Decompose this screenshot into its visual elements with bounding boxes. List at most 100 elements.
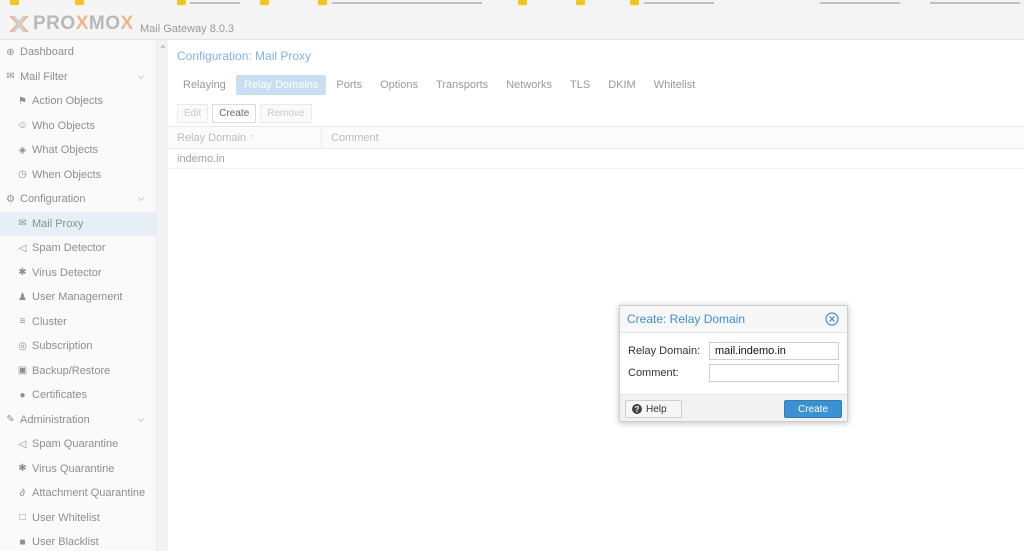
sidebar-item-label: When Objects xyxy=(32,168,102,181)
proxmox-logo[interactable]: PROXMOX xyxy=(8,13,134,34)
dialog-footer: ? Help Create xyxy=(620,394,847,421)
tab-relay-domains[interactable]: Relay Domains xyxy=(235,75,327,95)
bookmark-folder-icon[interactable] xyxy=(75,0,84,5)
grid-toolbar: Edit Create Remove xyxy=(168,102,1024,124)
help-button[interactable]: ? Help xyxy=(625,400,682,418)
logo-wordmark: PROXMOX xyxy=(33,13,134,34)
sidebar-item-spam-detector[interactable]: ◁ Spam Detector xyxy=(0,236,156,261)
sidebar-item-label: Cluster xyxy=(32,315,67,328)
sidebar-item-user-whitelist[interactable]: □ User Whitelist xyxy=(0,506,156,531)
relay-domain-input[interactable] xyxy=(709,342,839,360)
question-circle-icon: ? xyxy=(632,404,642,414)
bookmark-folder-icon[interactable] xyxy=(630,0,639,5)
comment-row: Comment: xyxy=(628,363,840,383)
remove-button[interactable]: Remove xyxy=(260,103,312,123)
create-button[interactable]: Create xyxy=(212,103,257,123)
sidebar-item-administration[interactable]: ✎ Administration xyxy=(0,408,156,433)
chevron-down-icon[interactable] xyxy=(138,74,144,80)
bookmark-folder-icon[interactable] xyxy=(10,0,19,5)
sidebar-item-cluster[interactable]: ≡ Cluster xyxy=(0,310,156,335)
column-header-relay-domain[interactable]: Relay Domain ↑ xyxy=(168,127,322,148)
tab-dkim[interactable]: DKIM xyxy=(600,75,644,95)
create-relay-domain-dialog: Create: Relay Domain Relay Domain: Comme… xyxy=(619,305,848,422)
sidebar-item-user-management[interactable]: ♟ User Management xyxy=(0,285,156,310)
table-row[interactable]: indemo.in xyxy=(168,149,1024,169)
tab-bar: Relaying Relay Domains Ports Options Tra… xyxy=(168,73,1024,97)
comment-input[interactable] xyxy=(709,364,839,382)
relay-domain-label: Relay Domain: xyxy=(628,345,701,357)
sidebar-item-what-objects[interactable]: ◈ What Objects xyxy=(0,138,156,163)
sidebar-item-configuration[interactable]: ⚙ Configuration xyxy=(0,187,156,212)
tab-transports[interactable]: Transports xyxy=(428,75,496,95)
sidebar-item-backup-restore[interactable]: ▣ Backup/Restore xyxy=(0,359,156,384)
support-icon: ◎ xyxy=(18,340,27,352)
bookmark-label[interactable] xyxy=(332,2,482,4)
sidebar-item-user-blacklist[interactable]: ■ User Blacklist xyxy=(0,530,156,551)
bookmark-label[interactable] xyxy=(190,2,240,4)
sidebar-item-attachment-quarantine[interactable]: ∂ Attachment Quarantine xyxy=(0,481,156,506)
dialog-header[interactable]: Create: Relay Domain xyxy=(620,306,847,333)
create-submit-button[interactable]: Create xyxy=(784,400,842,418)
sidebar-item-certificates[interactable]: ● Certificates xyxy=(0,383,156,408)
flag-icon: ⚑ xyxy=(18,95,27,107)
bookmark-folder-icon[interactable] xyxy=(518,0,527,5)
sidebar-item-label: Virus Detector xyxy=(32,266,102,279)
bookmark-label[interactable] xyxy=(820,2,900,4)
sidebar-splitter[interactable] xyxy=(157,40,168,551)
bookmark-folder-icon[interactable] xyxy=(177,0,186,5)
sidebar-item-label: User Blacklist xyxy=(32,536,99,549)
sidebar-item-virus-detector[interactable]: ✱ Virus Detector xyxy=(0,261,156,286)
relay-domain-row: Relay Domain: xyxy=(628,341,840,361)
tab-whitelist[interactable]: Whitelist xyxy=(646,75,704,95)
page-title: Configuration: Mail Proxy xyxy=(177,49,312,63)
sidebar-item-label: Attachment Quarantine xyxy=(32,487,146,500)
sidebar-item-mail-filter[interactable]: ✉ Mail Filter xyxy=(0,65,156,90)
main-panel: Configuration: Mail Proxy Relaying Relay… xyxy=(168,40,1024,551)
sidebar-item-who-objects[interactable]: ☺ Who Objects xyxy=(0,114,156,139)
close-icon[interactable] xyxy=(825,312,839,326)
file-icon: ■ xyxy=(19,536,26,548)
floppy-icon: ▣ xyxy=(17,365,28,377)
envelope-outline-icon: ✉ xyxy=(18,218,27,230)
sidebar-item-label: User Whitelist xyxy=(32,511,100,524)
sidebar-item-when-objects[interactable]: ◷ When Objects xyxy=(0,163,156,188)
sidebar-item-label: Certificates xyxy=(32,389,88,402)
chevron-down-icon[interactable] xyxy=(138,417,144,423)
edit-button[interactable]: Edit xyxy=(177,103,209,123)
app-header: PROXMOX Mail Gateway 8.0.3 xyxy=(0,7,1024,40)
cube-icon: ◈ xyxy=(18,144,27,156)
column-header-comment[interactable]: Comment xyxy=(322,127,379,148)
bookmark-folder-icon[interactable] xyxy=(260,0,269,5)
sidebar-item-label: Configuration xyxy=(20,193,86,206)
bookmark-label[interactable] xyxy=(930,2,1020,4)
cogs-icon: ⚙ xyxy=(6,193,15,205)
collapse-arrow-icon[interactable] xyxy=(160,44,166,48)
sidebar-item-subscription[interactable]: ◎ Subscription xyxy=(0,334,156,359)
sidebar-item-label: Who Objects xyxy=(32,119,95,132)
bookmark-label[interactable] xyxy=(644,2,714,4)
tab-ports[interactable]: Ports xyxy=(328,75,370,95)
bookmark-folder-icon[interactable] xyxy=(318,0,327,5)
proxmox-x-icon xyxy=(9,16,29,32)
sidebar-item-label: Administration xyxy=(20,413,90,426)
bookmark-folder-icon[interactable] xyxy=(576,0,585,5)
chevron-down-icon[interactable] xyxy=(138,196,144,202)
dashboard-icon: ⊕ xyxy=(6,46,15,58)
sort-ascending-icon: ↑ xyxy=(250,132,256,143)
sidebar-item-label: Virus Quarantine xyxy=(32,462,115,475)
sidebar-item-action-objects[interactable]: ⚑ Action Objects xyxy=(0,89,156,114)
tab-options[interactable]: Options xyxy=(372,75,426,95)
sidebar-item-mail-proxy[interactable]: ✉ Mail Proxy xyxy=(0,211,156,236)
user-circle-icon: ☺ xyxy=(17,120,28,132)
dialog-title: Create: Relay Domain xyxy=(627,312,746,326)
envelope-icon: ✉ xyxy=(6,71,15,83)
tab-relaying[interactable]: Relaying xyxy=(175,75,234,95)
clock-icon: ◷ xyxy=(18,169,27,181)
sidebar-item-label: Action Objects xyxy=(32,95,103,108)
sidebar-item-dashboard[interactable]: ⊕ Dashboard xyxy=(0,40,156,65)
tab-tls[interactable]: TLS xyxy=(562,75,598,95)
grid-header: Relay Domain ↑ Comment xyxy=(168,126,1024,149)
sidebar-item-spam-quarantine[interactable]: ◁ Spam Quarantine xyxy=(0,432,156,457)
sidebar-item-virus-quarantine[interactable]: ✱ Virus Quarantine xyxy=(0,457,156,482)
tab-networks[interactable]: Networks xyxy=(498,75,560,95)
